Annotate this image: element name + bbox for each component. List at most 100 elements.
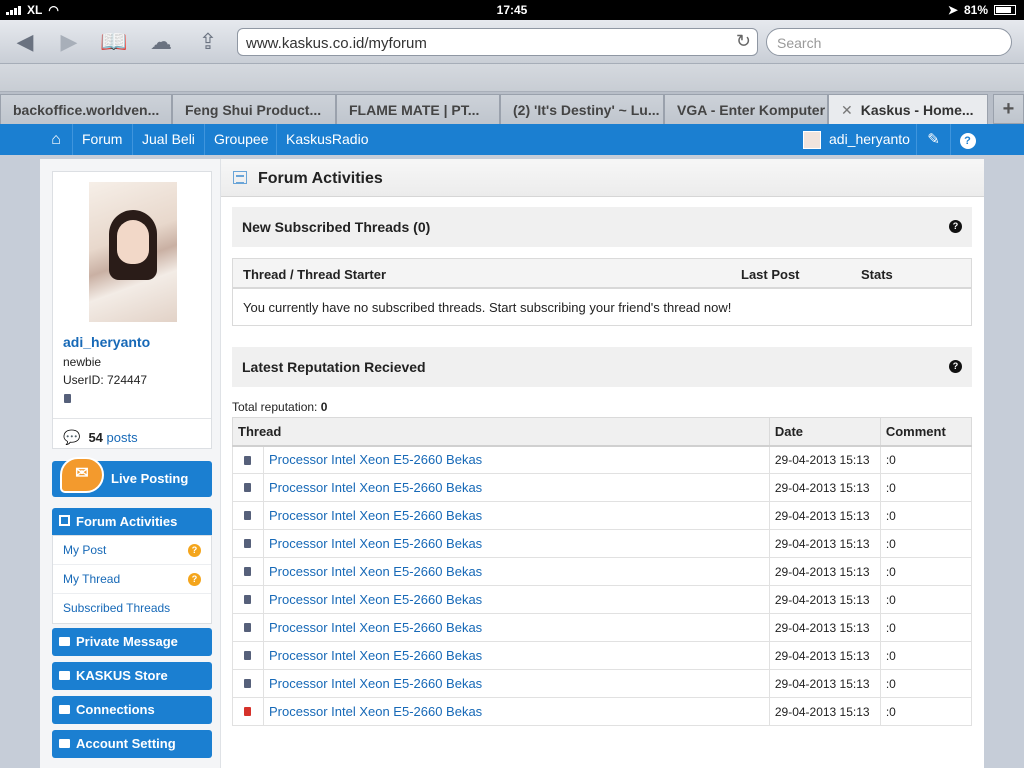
date-cell: 29-04-2013 15:13 <box>768 445 881 474</box>
reputation-mark-cell <box>232 445 264 474</box>
table-row: Processor Intel Xeon E5-2660 Bekas 29-04-… <box>232 473 973 502</box>
comment-cell: :0 <box>879 445 973 474</box>
account-setting-label: Account Setting <box>76 736 176 751</box>
browser-toolbar: ◀ ▶ 📖 ☁ ⇪ www.kaskus.co.id/myforum ↻ Sea… <box>0 20 1024 64</box>
nav-user[interactable]: adi_heryanto <box>803 124 910 155</box>
table-row: Processor Intel Xeon E5-2660 Bekas 29-04-… <box>232 585 973 614</box>
help-icon[interactable]: ? <box>949 360 962 373</box>
comment-cell: :0 <box>879 697 973 726</box>
thread-link[interactable]: Processor Intel Xeon E5-2660 Bekas <box>263 557 770 586</box>
post-count-value: 54 <box>88 430 103 445</box>
browser-tab[interactable]: FLAME MATE | PT... <box>336 94 500 124</box>
browser-tab[interactable]: VGA - Enter Komputer <box>664 94 828 124</box>
browser-tab-active[interactable]: ✕ Kaskus - Home... <box>828 94 988 124</box>
thread-link[interactable]: Processor Intel Xeon E5-2660 Bekas <box>263 529 770 558</box>
reputation-mark-cell <box>232 529 264 558</box>
comment-cell: :0 <box>879 641 973 670</box>
forum-activities-header-icon <box>233 171 247 184</box>
browser-tab[interactable]: backoffice.worldven... <box>0 94 172 124</box>
post-count[interactable]: 💬 54 posts <box>53 418 211 446</box>
connections-button[interactable]: Connections <box>52 696 212 724</box>
comment-cell: :0 <box>879 585 973 614</box>
menu-label: My Thread <box>63 572 121 586</box>
tab-bar: backoffice.worldven... Feng Shui Product… <box>0 92 1024 124</box>
reputation-mark-icon <box>244 595 251 604</box>
table-header: Thread Date Comment <box>232 417 973 447</box>
date-cell: 29-04-2013 15:13 <box>768 669 881 698</box>
bookmarks-icon[interactable]: 📖 <box>99 28 129 56</box>
comment-cell: :0 <box>879 529 973 558</box>
edit-icon[interactable]: ✎ <box>916 124 950 155</box>
column-header: Last Post <box>741 267 800 282</box>
reputation-mark-icon <box>244 707 251 716</box>
new-tab-button[interactable]: + <box>993 94 1024 124</box>
post-count-label: posts <box>106 430 138 445</box>
menu-my-thread[interactable]: My Thread? <box>53 565 211 594</box>
reputation-mark-cell <box>232 669 264 698</box>
nav-username: adi_heryanto <box>829 131 910 147</box>
browser-tab[interactable]: (2) 'It's Destiny' ~ Lu... <box>500 94 664 124</box>
profile-username[interactable]: adi_heryanto <box>63 334 150 350</box>
avatar[interactable] <box>89 182 177 322</box>
help-button[interactable]: ? <box>950 124 984 155</box>
table-row: Processor Intel Xeon E5-2660 Bekas 29-04-… <box>232 445 973 474</box>
thread-link[interactable]: Processor Intel Xeon E5-2660 Bekas <box>263 473 770 502</box>
envelope-icon <box>59 637 70 646</box>
forum-activities-header[interactable]: Forum Activities <box>52 508 212 535</box>
date-cell: 29-04-2013 15:13 <box>768 529 881 558</box>
live-posting-button[interactable]: ✉ Live Posting <box>52 457 212 497</box>
home-icon[interactable]: ⌂ <box>40 124 72 155</box>
kaskus-store-button[interactable]: KASKUS Store <box>52 662 212 690</box>
forward-icon[interactable]: ▶ <box>54 28 84 56</box>
private-message-label: Private Message <box>76 634 178 649</box>
thread-link[interactable]: Processor Intel Xeon E5-2660 Bekas <box>263 669 770 698</box>
icloud-tabs-icon[interactable]: ☁ <box>146 28 176 56</box>
nav-kaskus-radio[interactable]: KaskusRadio <box>276 124 378 155</box>
reputation-mark-icon <box>244 539 251 548</box>
thread-link[interactable]: Processor Intel Xeon E5-2660 Bekas <box>263 613 770 642</box>
thread-link[interactable]: Processor Intel Xeon E5-2660 Bekas <box>263 641 770 670</box>
nav-jual-beli[interactable]: Jual Beli <box>132 124 204 155</box>
subscribed-threads-section: New Subscribed Threads (0) ? <box>232 207 972 247</box>
column-header: Stats <box>861 267 893 282</box>
reload-icon[interactable]: ↻ <box>736 31 751 52</box>
account-setting-button[interactable]: Account Setting <box>52 730 212 758</box>
private-message-button[interactable]: Private Message <box>52 628 212 656</box>
empty-message: You currently have no subscribed threads… <box>243 300 732 315</box>
reputation-section: Latest Reputation Recieved ? <box>232 347 972 387</box>
nav-groupee[interactable]: Groupee <box>204 124 277 155</box>
forum-activities-label: Forum Activities <box>76 514 178 529</box>
kaskus-store-label: KASKUS Store <box>76 668 168 683</box>
thread-link[interactable]: Processor Intel Xeon E5-2660 Bekas <box>263 501 770 530</box>
battery-icon <box>994 5 1016 15</box>
close-tab-icon[interactable]: ✕ <box>841 102 853 118</box>
total-reputation-label: Total reputation: <box>232 400 318 414</box>
people-icon <box>59 705 70 714</box>
user-avatar-small <box>803 130 821 149</box>
share-icon[interactable]: ⇪ <box>193 28 223 56</box>
reputation-mark-icon <box>244 651 251 660</box>
address-bar[interactable]: www.kaskus.co.id/myforum ↻ <box>237 28 758 56</box>
profile-card: adi_heryanto newbie UserID: 724447 💬 54 … <box>52 171 212 449</box>
browser-tab[interactable]: Feng Shui Product... <box>172 94 336 124</box>
thread-link[interactable]: Processor Intel Xeon E5-2660 Bekas <box>263 697 770 726</box>
search-input[interactable]: Search <box>766 28 1012 56</box>
help-icon[interactable]: ? <box>949 220 962 233</box>
menu-my-post[interactable]: My Post? <box>53 536 211 565</box>
date-cell: 29-04-2013 15:13 <box>768 641 881 670</box>
subscribed-threads-title: New Subscribed Threads (0) <box>242 219 431 235</box>
battery-percent: 81% <box>963 3 988 17</box>
kaskus-navbar: ⌂ Forum Jual Beli Groupee KaskusRadio ad… <box>0 124 1024 155</box>
sidebar: adi_heryanto newbie UserID: 724447 💬 54 … <box>40 159 221 768</box>
thread-link[interactable]: Processor Intel Xeon E5-2660 Bekas <box>263 585 770 614</box>
back-icon[interactable]: ◀ <box>10 28 40 56</box>
nav-forum[interactable]: Forum <box>72 124 131 155</box>
column-header: Thread / Thread Starter <box>243 267 387 282</box>
bookmarks-bar <box>0 64 1024 92</box>
table-row: Processor Intel Xeon E5-2660 Bekas 29-04-… <box>232 697 973 726</box>
reputation-mark-icon <box>244 567 251 576</box>
reputation-mark-cell <box>232 557 264 586</box>
tab-label: Kaskus - Home... <box>860 102 974 118</box>
menu-subscribed-threads[interactable]: Subscribed Threads <box>53 594 211 623</box>
thread-link[interactable]: Processor Intel Xeon E5-2660 Bekas <box>263 445 770 474</box>
